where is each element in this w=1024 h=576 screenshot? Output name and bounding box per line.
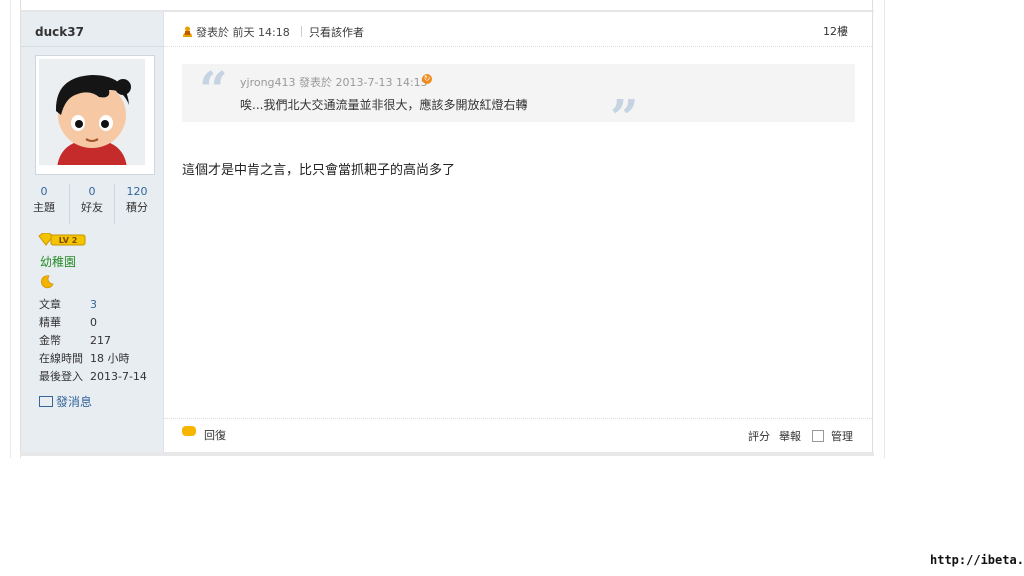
info-row-last-login: 最後登入 2013-7-14 — [39, 368, 159, 386]
close-quote-icon: ” — [610, 88, 639, 147]
avatar-image — [39, 59, 145, 165]
stat-label: 好友 — [81, 201, 103, 214]
avatar[interactable] — [35, 55, 155, 175]
post-content: 發表於 前天 14:18 只看該作者 12樓 “ yjrong413 發表於 2… — [164, 12, 872, 452]
rank-badge: LV 2 — [38, 232, 88, 250]
stat-value: 120 — [126, 185, 148, 198]
info-row-coins: 金幣 217 — [39, 332, 159, 350]
frame-border — [10, 0, 11, 458]
info-key: 文章 — [39, 298, 61, 311]
author-sidebar: duck37 0 主題 0 好友 120 積分 LV 2 幼稚園 文章 3 精華… — [21, 12, 164, 452]
info-value: 2013-7-14 — [90, 370, 147, 383]
info-value[interactable]: 3 — [90, 296, 97, 314]
post-footer: 回復 評分 舉報 管理 — [164, 418, 872, 453]
jump-to-post-icon[interactable]: ↻ — [422, 74, 432, 84]
stat-value: 0 — [88, 185, 96, 198]
stat-label: 主題 — [33, 201, 55, 214]
author-username[interactable]: duck37 — [35, 25, 84, 39]
manage-label: 管理 — [831, 430, 853, 443]
info-value: 18 小時 — [90, 352, 130, 365]
send-message-label: 發消息 — [56, 395, 93, 409]
rate-button[interactable]: 評分 — [748, 428, 770, 444]
stat-label: 積分 — [126, 201, 148, 214]
quote-text: 唉...我們北大交通流量並非很大，應該多開放紅燈右轉 — [240, 98, 528, 112]
info-value: 0 — [90, 316, 97, 329]
envelope-icon — [39, 396, 53, 407]
author-stats: 0 主題 0 好友 120 積分 — [21, 184, 163, 224]
report-button[interactable]: 舉報 — [779, 428, 801, 444]
info-row-digest: 精華 0 — [39, 314, 159, 332]
info-value: 217 — [90, 334, 111, 347]
frame-border — [884, 0, 885, 458]
post-body: 這個才是中肯之言，比只會當抓耙子的高尚多了 — [182, 163, 456, 178]
manage-checkbox[interactable] — [812, 430, 824, 442]
reply-button[interactable]: 回復 — [204, 427, 226, 443]
stat-points[interactable]: 120 積分 — [114, 184, 160, 216]
sidebar-divider — [21, 46, 163, 47]
rank-badge-text: LV 2 — [59, 236, 78, 245]
quote-meta: yjrong413 發表於 2013-7-13 14:15 — [240, 76, 428, 89]
stat-value: 0 — [40, 185, 48, 198]
author-online-icon — [182, 26, 193, 40]
floor-number[interactable]: 12樓 — [823, 23, 848, 39]
moon-icon — [40, 275, 54, 292]
watermark: http://ibeta.tw — [930, 553, 1024, 567]
only-author-link[interactable]: 只看該作者 — [309, 24, 364, 40]
post-header: 發表於 前天 14:18 只看該作者 12樓 — [164, 12, 872, 47]
header-divider — [301, 26, 302, 37]
open-quote-icon: “ — [199, 60, 228, 119]
info-row-posts: 文章 3 — [39, 296, 159, 314]
rank-name[interactable]: 幼稚園 — [40, 253, 76, 270]
post-timestamp: 發表於 前天 14:18 — [196, 26, 290, 39]
stat-friends[interactable]: 0 好友 — [69, 184, 115, 216]
stat-threads[interactable]: 0 主題 — [21, 184, 67, 216]
info-key: 金幣 — [39, 334, 61, 347]
info-key: 最後登入 — [39, 370, 83, 383]
send-message-link[interactable]: 發消息 — [39, 393, 92, 411]
info-key: 在線時間 — [39, 352, 83, 365]
frame-border — [872, 0, 873, 456]
reply-icon[interactable] — [182, 426, 196, 436]
info-key: 精華 — [39, 316, 61, 329]
cartoon-boy-icon — [39, 59, 145, 165]
quote-block: “ yjrong413 發表於 2013-7-13 14:15 ↻ 唉...我們… — [182, 60, 855, 147]
info-row-online-time: 在線時間 18 小時 — [39, 350, 159, 368]
